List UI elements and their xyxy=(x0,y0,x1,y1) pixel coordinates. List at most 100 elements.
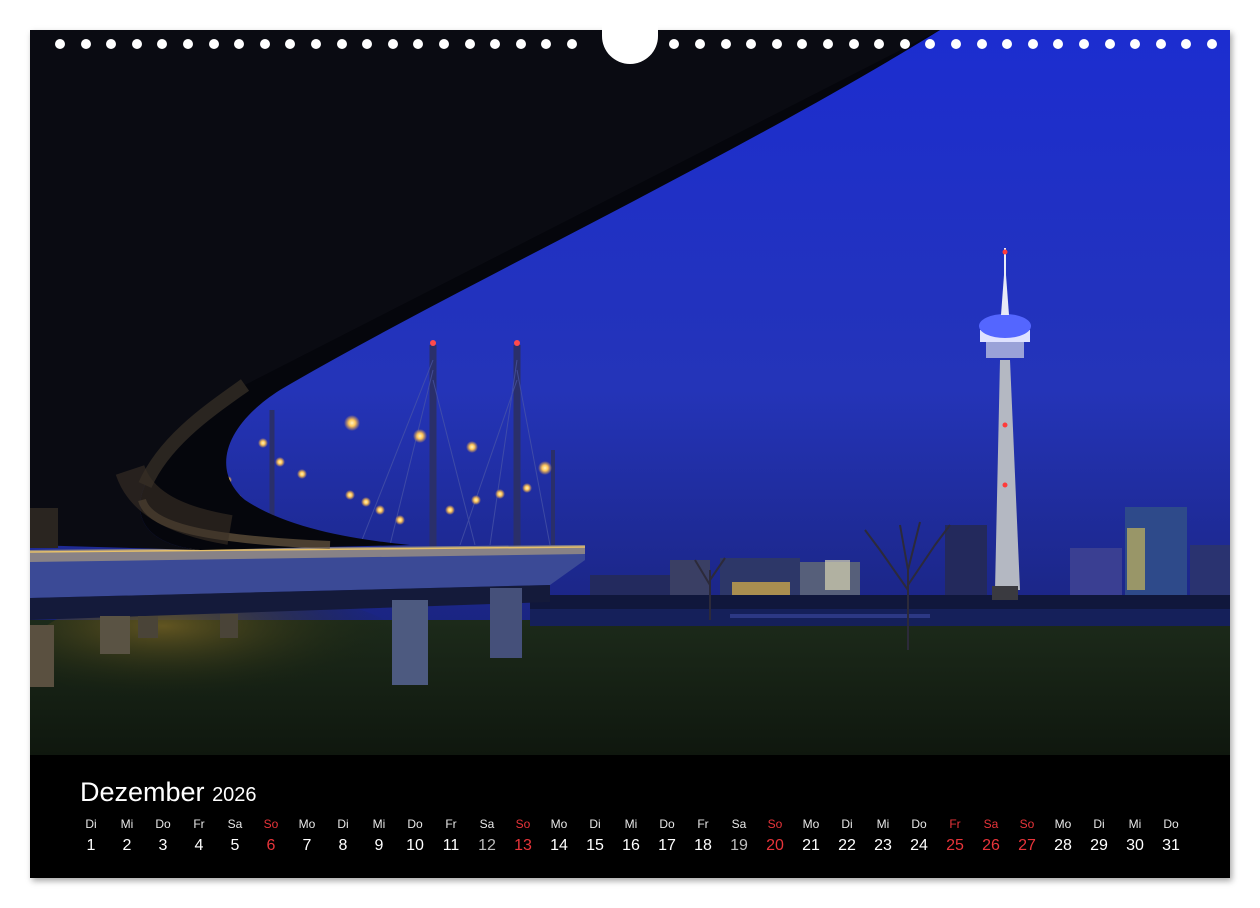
binding-hole xyxy=(951,39,961,49)
calendar-day: Sa 12 xyxy=(472,817,502,867)
calendar-day: So 6 xyxy=(256,817,286,867)
calendar-day: Do 31 xyxy=(1156,817,1186,867)
binding-hole xyxy=(1155,39,1166,49)
weekday-label: Do xyxy=(659,817,675,831)
binding-hole xyxy=(106,39,117,49)
binding-hole xyxy=(976,39,987,49)
weekday-label: Mi xyxy=(120,817,134,831)
calendar-day: Mi 16 xyxy=(616,817,646,867)
binding-hole xyxy=(285,39,296,49)
binding-hole xyxy=(848,39,859,49)
weekday-label: Mo xyxy=(802,817,820,831)
weekday-label: Fr xyxy=(193,817,205,831)
binding-hole xyxy=(208,39,219,49)
day-number: 21 xyxy=(802,837,820,854)
day-number: 2 xyxy=(122,837,132,854)
weekday-label: So xyxy=(263,817,279,831)
binding-hole xyxy=(336,39,347,49)
calendar-title: Dezember 2026 xyxy=(80,777,257,808)
calendar-day: So 27 xyxy=(1012,817,1042,867)
days-row: Di 1 Mi 2 Do 3 Fr 4 Sa 5 So 6 Mo 7 Di 8 Mi 9 Do 10 Fr 11 Sa 12 S… xyxy=(76,817,1186,867)
night-photo xyxy=(30,30,1230,755)
binding-hole xyxy=(746,39,757,49)
binding-hole xyxy=(1002,39,1013,49)
day-number: 10 xyxy=(406,837,424,854)
weekday-label: Mi xyxy=(372,817,386,831)
month-name: Dezember xyxy=(80,777,205,807)
binding-hole xyxy=(259,39,270,49)
weekday-label: Sa xyxy=(479,817,495,831)
calendar-day: Do 24 xyxy=(904,817,934,867)
weekday-label: Do xyxy=(1163,817,1179,831)
day-number: 13 xyxy=(514,837,532,854)
weekday-label: Do xyxy=(911,817,927,831)
binding-hole xyxy=(1079,39,1089,49)
binding-hole xyxy=(823,39,833,49)
binding-hole xyxy=(1207,39,1217,49)
calendar-day: Di 29 xyxy=(1084,817,1114,867)
binding-hole xyxy=(439,39,449,49)
binding-hole xyxy=(362,39,373,49)
binding-hole xyxy=(55,39,65,49)
calendar-day: Do 10 xyxy=(400,817,430,867)
weekday-label: Mi xyxy=(1128,817,1142,831)
day-number: 25 xyxy=(946,837,964,854)
weekday-label: Fr xyxy=(445,817,457,831)
weekday-label: Fr xyxy=(949,817,961,831)
calendar-day: Do 17 xyxy=(652,817,682,867)
binding-hole xyxy=(413,39,424,49)
binding-hole xyxy=(490,39,501,49)
binding-hole xyxy=(80,39,91,49)
day-number: 31 xyxy=(1162,837,1180,854)
binding-hole xyxy=(797,39,808,49)
weekday-label: Fr xyxy=(697,817,709,831)
calendar-day: Fr 4 xyxy=(184,817,214,867)
day-number: 17 xyxy=(658,837,676,854)
binding-hole xyxy=(541,39,552,49)
calendar-grid: Dezember 2026 Di 1 Mi 2 Do 3 Fr 4 Sa 5 So 6 Mo 7 Di 8 Mi… xyxy=(30,755,1230,878)
weekday-label: Mo xyxy=(1054,817,1072,831)
weekday-label: Mo xyxy=(298,817,316,831)
binding-hole xyxy=(1104,39,1115,49)
binding-hole xyxy=(311,39,321,49)
day-number: 29 xyxy=(1090,837,1108,854)
calendar-day: Di 1 xyxy=(76,817,106,867)
calendar-day: Mo 28 xyxy=(1048,817,1078,867)
day-number: 24 xyxy=(910,837,928,854)
day-number: 28 xyxy=(1054,837,1072,854)
day-number: 6 xyxy=(266,837,276,854)
day-number: 20 xyxy=(766,837,784,854)
day-number: 16 xyxy=(622,837,640,854)
binding-hole xyxy=(464,39,475,49)
day-number: 11 xyxy=(442,837,460,854)
day-number: 4 xyxy=(194,837,204,854)
weekday-label: Do xyxy=(155,817,171,831)
weekday-label: Mi xyxy=(876,817,890,831)
day-number: 1 xyxy=(86,837,96,854)
weekday-label: Sa xyxy=(227,817,243,831)
calendar-page: Dezember 2026 Di 1 Mi 2 Do 3 Fr 4 Sa 5 So 6 Mo 7 Di 8 Mi… xyxy=(30,30,1230,878)
weekday-label: Mi xyxy=(624,817,638,831)
binding-hole xyxy=(669,39,680,49)
binding-hole xyxy=(925,39,936,49)
calendar-day: Sa 5 xyxy=(220,817,250,867)
binding-hole xyxy=(567,39,577,49)
calendar-day: Do 3 xyxy=(148,817,178,867)
calendar-day: Fr 25 xyxy=(940,817,970,867)
calendar-day: Di 15 xyxy=(580,817,610,867)
binding-hole xyxy=(720,39,731,49)
weekday-label: Mo xyxy=(550,817,568,831)
day-number: 7 xyxy=(302,837,312,854)
weekday-label: Sa xyxy=(731,817,747,831)
binding-hole xyxy=(234,39,245,49)
calendar-day: Di 8 xyxy=(328,817,358,867)
wire-binding xyxy=(30,22,1230,64)
weekday-label: Do xyxy=(407,817,423,831)
binding-hole xyxy=(183,39,193,49)
weekday-label: Di xyxy=(841,817,853,831)
calendar-day: Di 22 xyxy=(832,817,862,867)
binding-hole xyxy=(515,39,526,49)
calendar-day: Sa 19 xyxy=(724,817,754,867)
binding-hole xyxy=(771,39,782,49)
weekday-label: Di xyxy=(1093,817,1105,831)
